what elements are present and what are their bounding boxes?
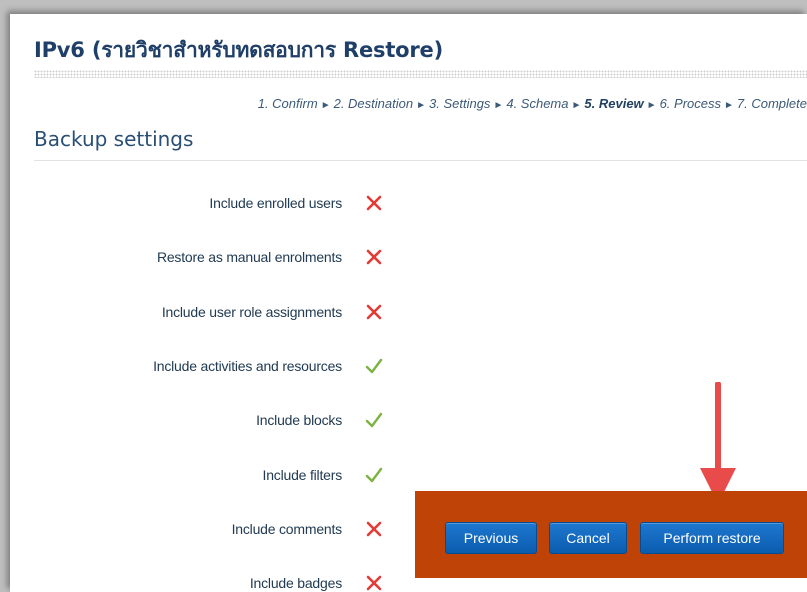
- page-title: IPv6 (รายวิชาสำหรับทดสอบการ Restore): [34, 38, 444, 62]
- section-heading: Backup settings: [34, 127, 194, 151]
- setting-label: Include enrolled users: [209, 195, 342, 211]
- step-separator-icon: ►: [320, 100, 331, 111]
- setting-row: Include comments: [10, 518, 430, 542]
- step-separator-icon: ►: [571, 100, 582, 111]
- title-separator: [34, 70, 807, 78]
- step-confirm: 1. Confirm: [257, 96, 318, 111]
- step-separator-icon: ►: [416, 100, 426, 111]
- setting-label: Include comments: [231, 521, 343, 537]
- cross-icon: [366, 304, 382, 320]
- step-complete: 7. Complete: [736, 96, 807, 111]
- cross-icon: [366, 195, 382, 211]
- cross-icon: [366, 575, 382, 591]
- previous-button[interactable]: Previous: [445, 522, 537, 554]
- setting-label: Include badges: [249, 575, 342, 591]
- breadcrumb: 1. Confirm ► 2. Destination ► 3. Settings ► 4.…: [258, 96, 807, 111]
- cross-icon: [366, 249, 382, 265]
- setting-label: Include activities and resources: [153, 358, 342, 374]
- cancel-button[interactable]: Cancel: [549, 522, 627, 554]
- setting-row: Include blocks: [10, 409, 430, 433]
- check-icon: [365, 358, 383, 374]
- setting-label: Include user role assignments: [161, 304, 342, 320]
- step-process: 6. Process: [659, 96, 721, 111]
- check-icon: [365, 412, 383, 428]
- setting-label: Restore as manual enrolments: [156, 249, 342, 265]
- check-icon: [365, 467, 383, 483]
- setting-row: Include filters: [10, 464, 430, 488]
- step-separator-icon: ►: [646, 100, 657, 111]
- step-destination: 2. Destination: [333, 96, 414, 111]
- arrow-down-icon: [700, 382, 736, 504]
- setting-row: Include badges: [10, 572, 430, 592]
- setting-label: Include blocks: [256, 412, 342, 428]
- setting-row: Include enrolled users: [10, 192, 430, 216]
- setting-row: Include user role assignments: [10, 301, 430, 325]
- setting-label: Include filters: [262, 467, 343, 483]
- setting-row: Restore as manual enrolments: [10, 246, 430, 270]
- step-schema: 4. Schema: [506, 96, 569, 111]
- step-settings: 3. Settings: [429, 96, 491, 111]
- action-bar: Previous Cancel Perform restore: [415, 491, 807, 578]
- step-separator-icon: ►: [493, 100, 504, 111]
- step-review-current: 5. Review: [584, 96, 644, 111]
- step-separator-icon: ►: [724, 100, 734, 111]
- section-divider: [34, 160, 807, 161]
- setting-row: Include activities and resources: [10, 355, 430, 379]
- perform-restore-button[interactable]: Perform restore: [640, 522, 784, 554]
- cross-icon: [366, 521, 382, 537]
